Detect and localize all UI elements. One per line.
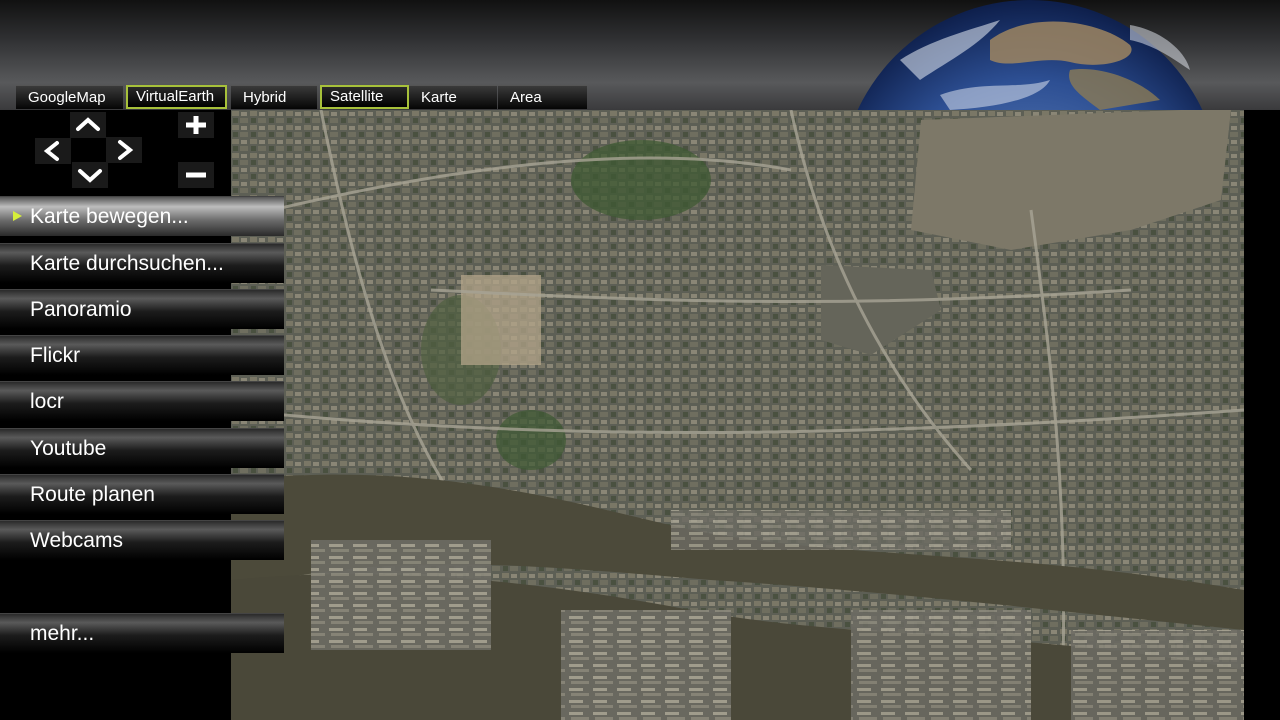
menu-item-karte-bewegen[interactable]: Karte bewegen... bbox=[0, 196, 284, 236]
menu-item-label: Route planen bbox=[30, 483, 155, 506]
menu-item-karte-durchsuchen[interactable]: Karte durchsuchen... bbox=[0, 243, 284, 283]
minus-icon[interactable] bbox=[178, 162, 214, 188]
map-navigation-control bbox=[0, 110, 231, 196]
menu-item-route-planen[interactable]: Route planen bbox=[0, 474, 284, 514]
chevron-right-icon[interactable] bbox=[106, 137, 142, 163]
menu-item-label: Panoramio bbox=[30, 298, 132, 321]
menu-item-locr[interactable]: locr bbox=[0, 381, 284, 421]
globe-image bbox=[857, 0, 1203, 110]
map-right-border bbox=[1244, 110, 1280, 720]
tab-karte[interactable]: Karte bbox=[409, 85, 497, 109]
menu-item-flickr[interactable]: Flickr bbox=[0, 335, 284, 375]
header-bar: GoogleMap VirtualEarth Hybrid Satellite … bbox=[0, 0, 1280, 110]
chevron-down-icon[interactable] bbox=[72, 162, 108, 188]
active-arrow-icon bbox=[13, 211, 22, 221]
satellite-map[interactable] bbox=[231, 110, 1244, 720]
chevron-left-icon[interactable] bbox=[35, 138, 71, 164]
tab-area[interactable]: Area bbox=[498, 85, 587, 109]
menu-item-label: locr bbox=[30, 390, 64, 413]
menu-item-panoramio[interactable]: Panoramio bbox=[0, 289, 284, 329]
tab-hybrid[interactable]: Hybrid bbox=[231, 85, 317, 109]
menu-item-label: Karte durchsuchen... bbox=[30, 252, 224, 275]
menu-item-youtube[interactable]: Youtube bbox=[0, 428, 284, 468]
menu-item-label: Youtube bbox=[30, 437, 107, 460]
menu-item-label: Webcams bbox=[30, 529, 123, 552]
chevron-up-icon[interactable] bbox=[70, 112, 106, 138]
tab-googlemap[interactable]: GoogleMap bbox=[16, 85, 123, 109]
menu-item-label: Karte bewegen... bbox=[30, 205, 189, 228]
tab-virtualearth[interactable]: VirtualEarth bbox=[126, 85, 227, 109]
menu-item-webcams[interactable]: Webcams bbox=[0, 520, 284, 560]
plus-icon[interactable] bbox=[178, 112, 214, 138]
menu-item-label: Flickr bbox=[30, 344, 81, 367]
menu-item-mehr[interactable]: mehr... bbox=[0, 613, 284, 653]
tab-satellite[interactable]: Satellite bbox=[320, 85, 409, 109]
menu-item-label: mehr... bbox=[30, 622, 95, 645]
